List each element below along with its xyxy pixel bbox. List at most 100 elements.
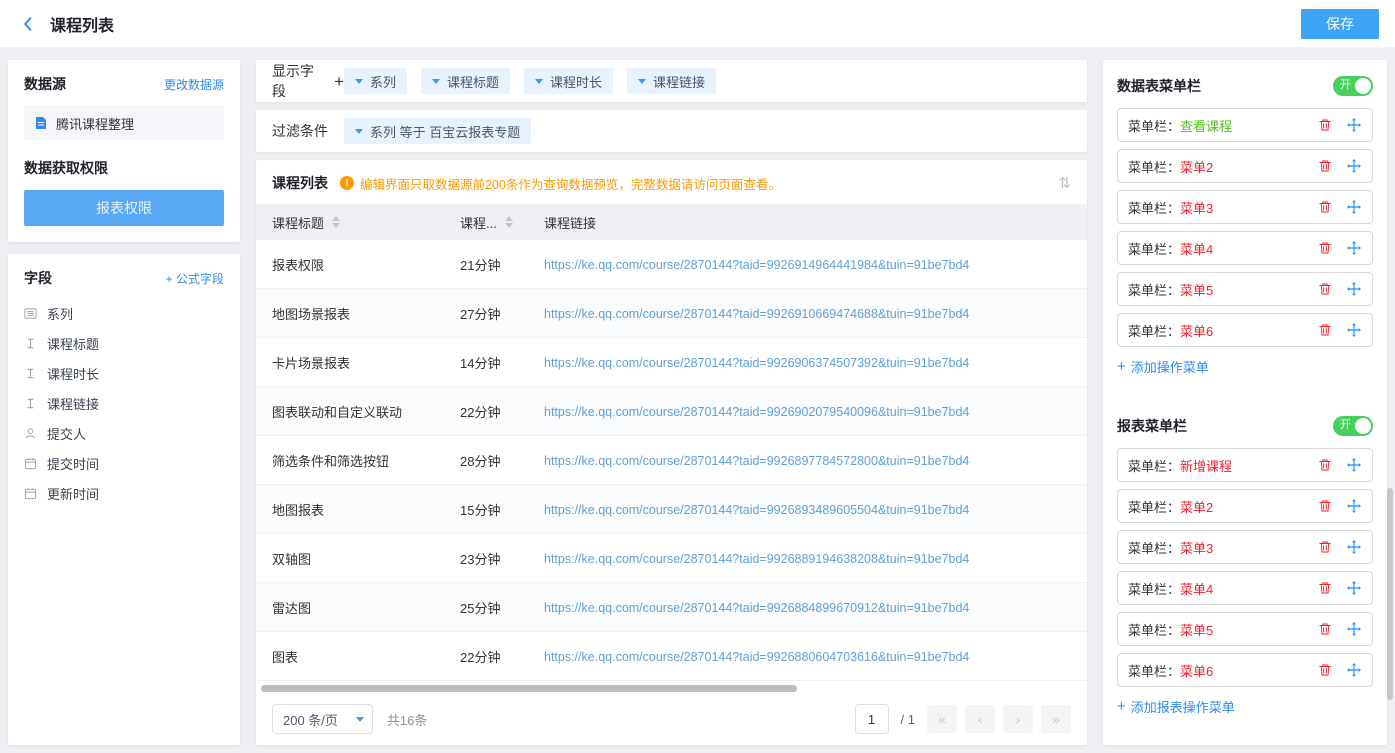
display-field-chip[interactable]: 系列 — [344, 68, 407, 94]
first-page-button[interactable]: « — [927, 705, 957, 733]
menu-item-value[interactable]: 菜单4 — [1180, 239, 1213, 258]
menu-item-value[interactable]: 菜单2 — [1180, 157, 1213, 176]
move-icon[interactable] — [1346, 621, 1362, 637]
horizontal-scrollbar-thumb[interactable] — [261, 685, 797, 692]
delete-icon[interactable] — [1317, 281, 1333, 297]
menu-item-value[interactable]: 菜单6 — [1180, 321, 1213, 340]
column-header-course-duration[interactable]: 课程... — [456, 204, 528, 240]
move-icon[interactable] — [1346, 580, 1362, 596]
sort-icon[interactable]: ⇅ — [1058, 174, 1071, 192]
add-menu-button[interactable]: +添加操作菜单 — [1117, 357, 1373, 376]
move-icon[interactable] — [1346, 662, 1362, 678]
delete-icon[interactable] — [1317, 539, 1333, 555]
left-sidebar: 数据源 更改数据源 腾讯课程整理 数据获取权限 报表权限 字段 + 公式字段 系… — [8, 60, 240, 745]
table-row: 地图场景报表27分钟https://ke.qq.com/course/28701… — [256, 289, 1087, 338]
formula-field-link[interactable]: + 公式字段 — [166, 270, 224, 287]
next-page-button[interactable]: › — [1003, 705, 1033, 733]
menu-item-value[interactable]: 菜单4 — [1180, 579, 1213, 598]
move-icon[interactable] — [1346, 457, 1362, 473]
cell-course-title: 地图报表 — [256, 500, 456, 519]
cell-course-link: https://ke.qq.com/course/2870144?taid=99… — [528, 649, 1087, 664]
toggle-label: 开 — [1340, 420, 1351, 431]
display-field-chip[interactable]: 课程链接 — [627, 68, 716, 94]
add-menu-button[interactable]: +添加报表操作菜单 — [1117, 697, 1373, 716]
menu-item-prefix: 菜单栏： — [1128, 116, 1180, 135]
current-page-input[interactable]: 1 — [855, 704, 889, 734]
move-icon[interactable] — [1346, 240, 1362, 256]
prev-page-button[interactable]: ‹ — [965, 705, 995, 733]
field-item[interactable]: 提交时间 — [24, 448, 224, 478]
save-button[interactable]: 保存 — [1301, 9, 1379, 39]
add-menu-label: 添加操作菜单 — [1131, 357, 1209, 376]
menu-item-value[interactable]: 菜单3 — [1180, 538, 1213, 557]
cell-course-duration: 15分钟 — [456, 500, 528, 519]
menu-item-prefix: 菜单栏： — [1128, 239, 1180, 258]
delete-icon[interactable] — [1317, 158, 1333, 174]
datasource-item[interactable]: 腾讯课程整理 — [24, 106, 224, 140]
course-link[interactable]: https://ke.qq.com/course/2870144?taid=99… — [544, 601, 969, 615]
menu-item-value[interactable]: 菜单6 — [1180, 661, 1213, 680]
change-datasource-link[interactable]: 更改数据源 — [164, 76, 224, 93]
cell-course-link: https://ke.qq.com/course/2870144?taid=99… — [528, 404, 1087, 419]
course-link[interactable]: https://ke.qq.com/course/2870144?taid=99… — [544, 552, 969, 566]
move-icon[interactable] — [1346, 117, 1362, 133]
table-row: 图表联动和自定义联动22分钟https://ke.qq.com/course/2… — [256, 387, 1087, 436]
course-link[interactable]: https://ke.qq.com/course/2870144?taid=99… — [544, 356, 969, 370]
course-link[interactable]: https://ke.qq.com/course/2870144?taid=99… — [544, 258, 969, 272]
delete-icon[interactable] — [1317, 662, 1333, 678]
delete-icon[interactable] — [1317, 621, 1333, 637]
delete-icon[interactable] — [1317, 498, 1333, 514]
menu-item-value[interactable]: 菜单2 — [1180, 497, 1213, 516]
filter-chip[interactable]: 系列 等于 百宝云报表专题 — [344, 118, 531, 144]
display-field-chip[interactable]: 课程时长 — [524, 68, 613, 94]
back-button[interactable] — [16, 12, 40, 36]
vertical-scrollbar-thumb[interactable] — [1387, 488, 1393, 700]
warning-text: 编辑界面只取数据源前200条作为查询数据预览，完整数据请访问页面查看。 — [360, 174, 781, 193]
menu-item-value[interactable]: 新增课程 — [1180, 456, 1232, 475]
report-permission-button[interactable]: 报表权限 — [24, 190, 224, 226]
toggle-on[interactable]: 开 — [1333, 416, 1373, 436]
field-item[interactable]: 更新时间 — [24, 478, 224, 508]
menu-item-prefix: 菜单栏： — [1128, 280, 1180, 299]
display-field-chip[interactable]: 课程标题 — [421, 68, 510, 94]
sort-caret-icon[interactable] — [332, 216, 340, 228]
course-link[interactable]: https://ke.qq.com/course/2870144?taid=99… — [544, 307, 969, 321]
toggle-on[interactable]: 开 — [1333, 76, 1373, 96]
column-header-course-title[interactable]: 课程标题 — [256, 204, 456, 240]
field-item[interactable]: 课程标题 — [24, 328, 224, 358]
delete-icon[interactable] — [1317, 457, 1333, 473]
last-page-button[interactable]: » — [1041, 705, 1071, 733]
menu-item-value[interactable]: 菜单3 — [1180, 198, 1213, 217]
text-icon — [24, 336, 38, 350]
menu-item-value[interactable]: 菜单5 — [1180, 620, 1213, 639]
move-icon[interactable] — [1346, 322, 1362, 338]
move-icon[interactable] — [1346, 539, 1362, 555]
filter-chip-label: 系列 等于 百宝云报表专题 — [370, 122, 520, 141]
menu-item-value[interactable]: 查看课程 — [1180, 116, 1232, 135]
course-link[interactable]: https://ke.qq.com/course/2870144?taid=99… — [544, 503, 969, 517]
move-icon[interactable] — [1346, 281, 1362, 297]
move-icon[interactable] — [1346, 498, 1362, 514]
toggle-knob — [1355, 418, 1371, 434]
delete-icon[interactable] — [1317, 322, 1333, 338]
field-item[interactable]: 课程链接 — [24, 388, 224, 418]
add-display-field-button[interactable]: + — [334, 73, 344, 90]
chevron-down-icon — [355, 79, 363, 84]
field-item[interactable]: 课程时长 — [24, 358, 224, 388]
move-icon[interactable] — [1346, 158, 1362, 174]
course-link[interactable]: https://ke.qq.com/course/2870144?taid=99… — [544, 650, 969, 664]
field-item[interactable]: 提交人 — [24, 418, 224, 448]
delete-icon[interactable] — [1317, 199, 1333, 215]
course-link[interactable]: https://ke.qq.com/course/2870144?taid=99… — [544, 405, 969, 419]
sort-caret-icon[interactable] — [505, 216, 513, 228]
delete-icon[interactable] — [1317, 580, 1333, 596]
delete-icon[interactable] — [1317, 240, 1333, 256]
delete-icon[interactable] — [1317, 117, 1333, 133]
menu-item-value[interactable]: 菜单5 — [1180, 280, 1213, 299]
course-link[interactable]: https://ke.qq.com/course/2870144?taid=99… — [544, 454, 969, 468]
menu-items: 菜单栏：新增课程菜单栏：菜单2菜单栏：菜单3菜单栏：菜单4菜单栏：菜单5菜单栏：… — [1117, 448, 1373, 687]
page-size-select[interactable]: 200 条/页 — [272, 704, 373, 734]
menu-section: 数据表菜单栏开菜单栏：查看课程菜单栏：菜单2菜单栏：菜单3菜单栏：菜单4菜单栏：… — [1117, 74, 1373, 376]
field-item[interactable]: 系列 — [24, 298, 224, 328]
move-icon[interactable] — [1346, 199, 1362, 215]
